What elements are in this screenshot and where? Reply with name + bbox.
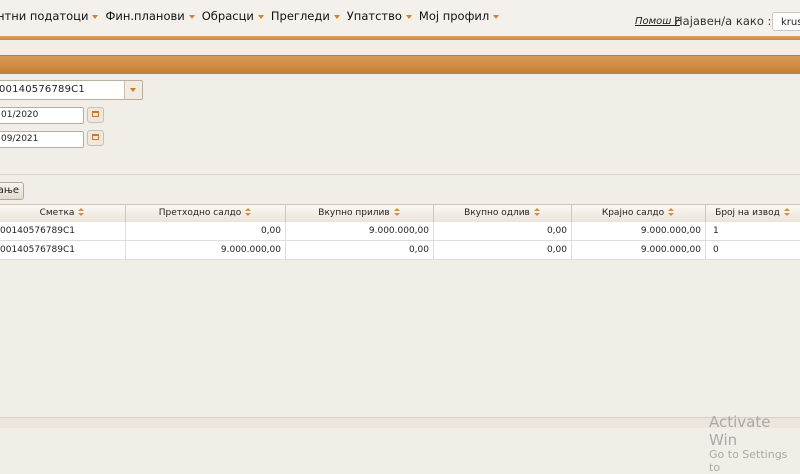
sort-icon [783,208,791,216]
watermark-line-1: Activate Win [709,413,771,449]
grid-header: Сметка Претходно салдо Вкупно прилив Вку… [0,204,800,223]
column-header-label: Број на извод [715,208,780,218]
column-header-account[interactable]: Сметка [0,205,126,222]
column-header-prev-balance[interactable]: Претходно салдо [126,205,286,222]
menu-item-master-data[interactable]: нтни податоци [0,9,99,23]
column-header-label: Вкупно прилив [318,208,390,218]
calendar-from-button[interactable] [87,107,104,123]
menu-item-manual[interactable]: Упатство [347,9,412,23]
menu-item-label: Упатство [346,9,402,23]
column-header-label: Вкупно одлив [464,208,530,218]
menu-item-label: Фин.планови [105,9,185,23]
cell-prev-balance: 0,00 [126,222,286,240]
cell-outflow: 0,00 [434,241,572,259]
menu-item-reports[interactable]: Прегледи [271,9,340,23]
table-row[interactable]: 00140576789C1 0,00 9.000.000,00 0,00 9.0… [0,222,800,241]
chevron-down-icon [493,14,500,19]
sort-icon [533,208,541,216]
column-header-label: Претходно салдо [158,208,242,218]
column-header-statement-no[interactable]: Број на извод [706,205,800,222]
dropdown-button[interactable] [124,81,142,99]
date-from-field[interactable]: 01/2020 [0,107,84,124]
cell-prev-balance: 9.000.000,00 [126,241,286,259]
cell-account: 00140576789C1 [0,222,126,240]
divider [0,174,800,175]
username-display[interactable]: krus [772,12,800,31]
table-row[interactable]: 00140576789C1 9.000.000,00 0,00 0,00 9.0… [0,241,800,260]
cell-outflow: 0,00 [434,222,572,240]
chevron-down-icon [257,14,264,19]
menu-item-label: Обрасци [201,9,254,23]
calendar-to-button[interactable] [87,130,104,146]
menu-item-financial-plans[interactable]: Фин.планови [105,9,195,23]
menu-item-label: Мој профил [418,9,490,23]
date-to-field[interactable]: 09/2021 [0,131,84,148]
calendar-icon [92,111,99,117]
top-navigation-bar: нтни податоци Фин.планови Обрасци Прегле… [0,0,800,37]
column-header-label: Сметка [39,208,75,218]
account-select[interactable]: 00140576789C1 [0,80,143,100]
header-divider [0,36,800,40]
activation-watermark: Activate Win Go to Settings to [709,413,800,474]
cell-end-balance: 9.000.000,00 [572,241,706,259]
cell-inflow: 9.000.000,00 [286,222,434,240]
sort-icon [78,208,85,216]
sort-icon [245,208,252,216]
cell-end-balance: 9.000.000,00 [572,222,706,240]
menu-item-label: Прегледи [270,9,330,23]
cell-statement-no: 1 [713,226,719,236]
menu-item-forms[interactable]: Обрасци [202,9,264,23]
column-header-outflow[interactable]: Вкупно одлив [434,205,572,222]
column-header-label: Крајно салдо [601,208,665,218]
grid-footer-bar [0,417,800,428]
section-header-band [0,55,800,74]
chevron-down-icon [405,14,412,19]
search-button[interactable]: ање [0,182,24,200]
chevron-down-icon [188,14,195,19]
cell-account: 00140576789C1 [0,241,126,259]
menu-item-label: нтни податоци [0,9,89,23]
account-select-value: 00140576789C1 [0,84,85,95]
main-menu: нтни податоци Фин.планови Обрасци Прегле… [0,9,506,23]
column-header-inflow[interactable]: Вкупно прилив [286,205,434,222]
chevron-down-icon [92,14,99,19]
cell-inflow: 0,00 [286,241,434,259]
cell-statement-no: 0 [713,245,719,255]
calendar-icon [92,134,99,140]
sort-icon [393,208,401,216]
chevron-down-icon [333,14,340,19]
watermark-line-2: Go to Settings to [709,448,788,474]
chevron-down-icon [130,88,136,92]
sort-icon [668,208,675,216]
logged-in-label: Најавен/а како : [674,14,772,28]
menu-item-my-profile[interactable]: Мој профил [418,9,500,23]
column-header-end-balance[interactable]: Крајно салдо [572,205,706,222]
